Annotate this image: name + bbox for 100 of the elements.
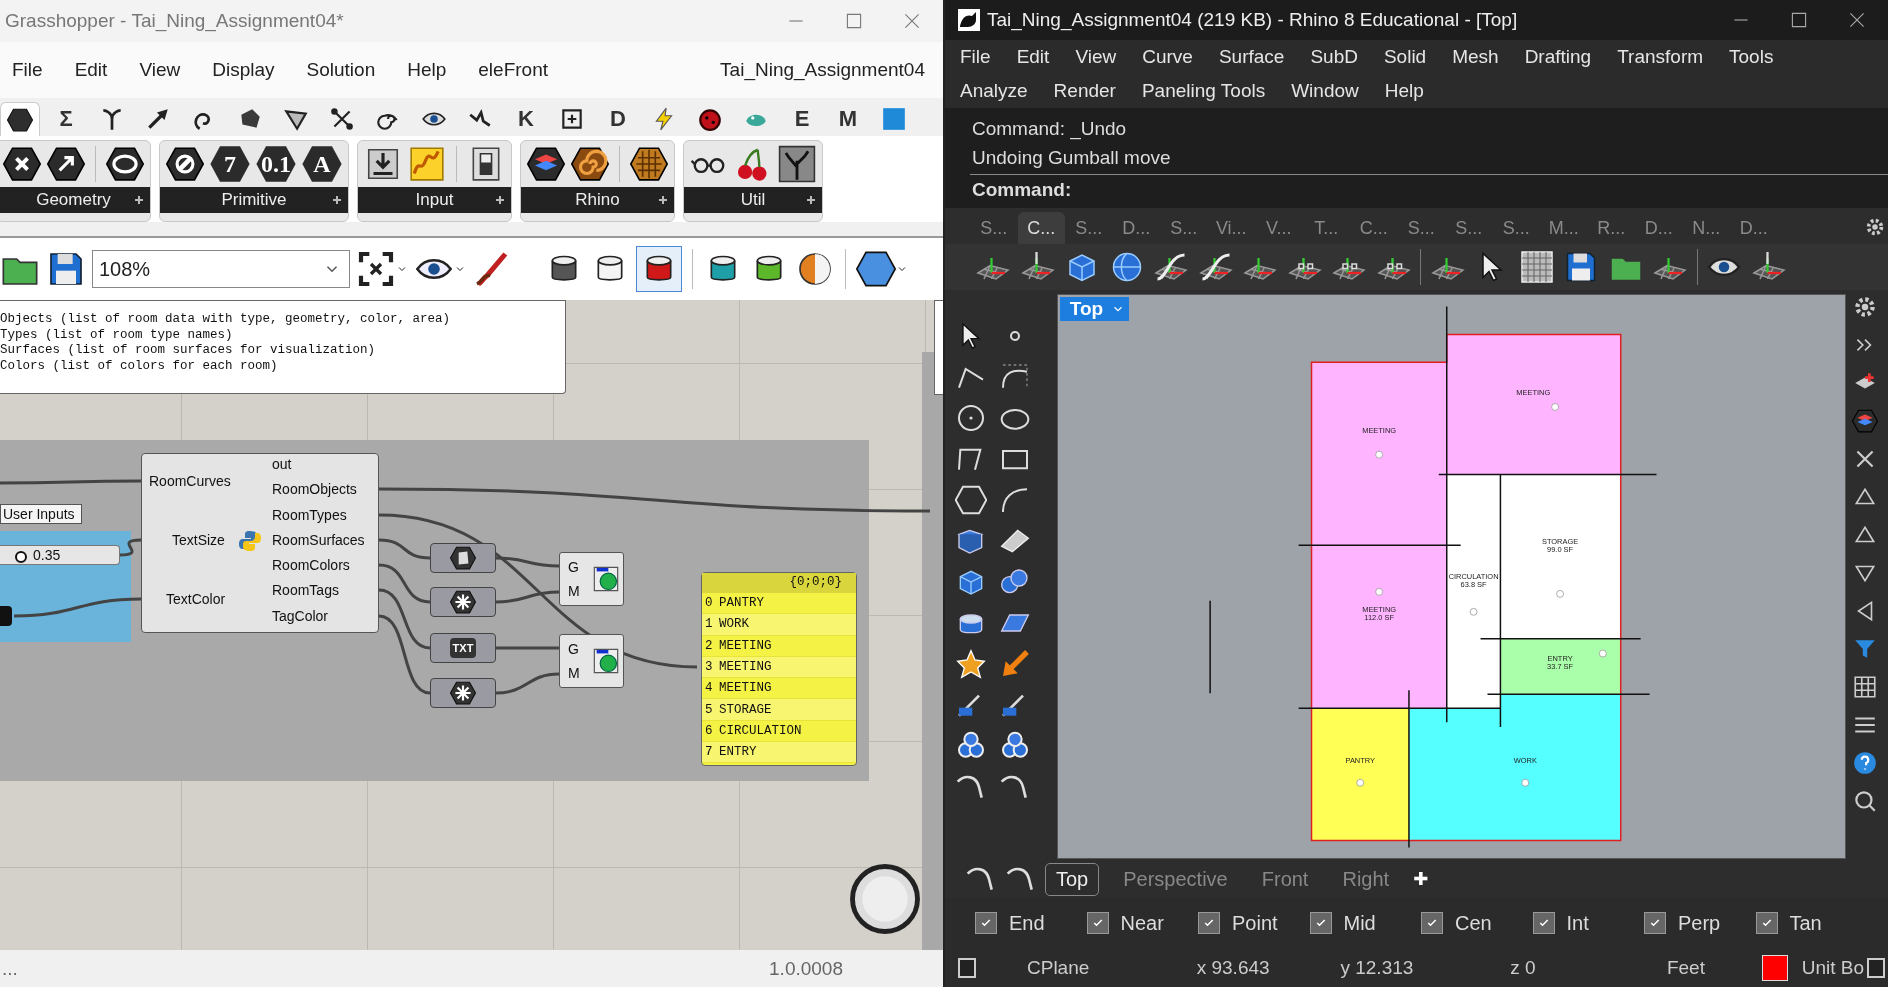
checkbox[interactable] xyxy=(1198,912,1220,934)
menu-item[interactable]: eleFront xyxy=(478,59,548,81)
slider-knob[interactable] xyxy=(15,551,28,563)
panel-label[interactable]: Rhino xyxy=(575,190,620,210)
menu-item[interactable]: Edit xyxy=(1016,46,1050,68)
component-tab[interactable]: E xyxy=(782,102,822,136)
cplane-label[interactable]: CPlane xyxy=(1027,956,1197,979)
panel-label[interactable]: Geometry xyxy=(36,190,111,210)
viewport-tab[interactable]: Perspective xyxy=(1113,863,1238,895)
hexagon-arrow-icon[interactable] xyxy=(47,145,85,183)
toolbar-tab[interactable]: S... xyxy=(1397,212,1445,244)
toolbar-tab[interactable]: T... xyxy=(1302,212,1350,244)
toolbar-tab[interactable]: M... xyxy=(1540,212,1588,244)
component-icon[interactable]: A xyxy=(302,145,342,183)
command-prompt[interactable]: Command: xyxy=(970,174,1888,205)
component-tab[interactable]: M xyxy=(828,102,868,136)
preview-component[interactable]: G M xyxy=(559,552,624,606)
menu-item[interactable]: Surface xyxy=(1218,46,1285,68)
expand-icon[interactable] xyxy=(806,195,816,205)
menu-item[interactable]: Edit xyxy=(74,59,108,81)
checkbox[interactable] xyxy=(1309,912,1332,934)
checkbox[interactable] xyxy=(1086,912,1109,934)
menu-item[interactable]: Paneling Tools xyxy=(1141,80,1266,102)
menu-item[interactable]: Drafting xyxy=(1524,46,1592,68)
menu-item[interactable]: Curve xyxy=(1142,46,1193,68)
expand-icon[interactable] xyxy=(134,195,144,205)
component-node[interactable]: TXT xyxy=(430,633,496,663)
grid-icon[interactable] xyxy=(1852,674,1879,700)
checkbox[interactable] xyxy=(1532,912,1555,934)
menu-item[interactable]: View xyxy=(139,59,181,81)
panel-label[interactable]: Util xyxy=(740,190,766,210)
layers-icon[interactable] xyxy=(1852,408,1879,434)
add-tab-button[interactable]: ✚ xyxy=(1413,868,1429,890)
panel-label[interactable]: Input xyxy=(415,190,454,210)
square-icon[interactable] xyxy=(1864,955,1888,980)
menu-item[interactable]: Mesh xyxy=(1452,46,1499,68)
expand-icon[interactable] xyxy=(495,195,505,205)
tree-icon[interactable] xyxy=(778,145,816,183)
menu-item[interactable]: Render xyxy=(1053,80,1116,102)
checkbox[interactable] xyxy=(1644,912,1666,934)
component-icon[interactable]: 7 xyxy=(210,145,250,183)
panel-label[interactable]: Primitive xyxy=(221,190,287,210)
preview-component[interactable]: G M xyxy=(559,634,624,688)
component-tab[interactable]: D xyxy=(598,102,638,136)
component-node[interactable] xyxy=(430,587,496,617)
menu-item[interactable]: Solid xyxy=(1383,46,1427,68)
toggle-button[interactable] xyxy=(636,246,682,292)
menu-item[interactable]: Tools xyxy=(1729,46,1774,68)
toolbar-tab[interactable]: D... xyxy=(1730,212,1778,244)
help-icon[interactable] xyxy=(1852,750,1879,776)
viewport-tab[interactable]: Top xyxy=(1045,862,1100,896)
toolbar-tab[interactable]: S... xyxy=(1065,212,1113,244)
menu-item[interactable]: File xyxy=(12,59,43,81)
square-icon[interactable] xyxy=(955,955,979,980)
expand-icon[interactable] xyxy=(332,195,342,205)
python-component[interactable]: RoomCurves TextSize TextColor out RoomObjects RoomTypes RoomSurfaces RoomColors RoomTags TagColor xyxy=(141,453,379,633)
layer-name[interactable]: Unit Bo xyxy=(1801,956,1864,979)
component-tab[interactable]: Σ xyxy=(46,102,86,136)
toolbar-tab[interactable]: S... xyxy=(1445,212,1493,244)
units-label[interactable]: Feet xyxy=(1666,956,1762,979)
toolbar-tab[interactable]: C... xyxy=(1350,212,1398,244)
toolbar-tab[interactable]: D... xyxy=(1635,212,1683,244)
menu-item[interactable]: Transform xyxy=(1617,46,1704,68)
viewport-tab[interactable]: Right xyxy=(1332,863,1400,895)
hexagon-icon[interactable] xyxy=(955,484,987,516)
toolbar-tab[interactable]: S... xyxy=(1160,212,1208,244)
menu-item[interactable]: Solution xyxy=(306,59,376,81)
menu-item[interactable]: Window xyxy=(1291,80,1359,102)
document-name[interactable]: Tai_Ning_Assignment04 xyxy=(720,59,925,81)
layers-icon[interactable] xyxy=(527,145,565,183)
spiral-icon[interactable] xyxy=(571,145,609,183)
menu-item[interactable]: Help xyxy=(407,59,447,81)
viewport-title[interactable]: Top xyxy=(1059,297,1130,321)
waffle-icon[interactable] xyxy=(630,145,668,183)
graph-icon[interactable] xyxy=(408,145,446,183)
toolbar-tab[interactable]: N... xyxy=(1682,212,1730,244)
component-tab[interactable] xyxy=(0,102,40,136)
zoom-extents-icon[interactable] xyxy=(356,249,396,289)
layer-color-swatch[interactable] xyxy=(1761,954,1788,981)
star-icon[interactable] xyxy=(955,648,987,680)
toolbar-tab[interactable]: Vi... xyxy=(1207,212,1255,244)
component-tab[interactable]: K xyxy=(506,102,546,136)
color-swatch-node[interactable] xyxy=(0,606,12,626)
viewport-tab[interactable]: Front xyxy=(1251,863,1319,895)
checkbox[interactable] xyxy=(975,912,997,934)
menu-item[interactable]: File xyxy=(960,46,991,68)
number-slider[interactable]: 0.35 xyxy=(0,545,120,565)
toolbar-tab[interactable]: C... xyxy=(1017,212,1065,244)
toolbar-tab[interactable]: R... xyxy=(1587,212,1635,244)
menu-item[interactable]: Display xyxy=(212,59,275,81)
toolbar-tab[interactable]: S... xyxy=(970,212,1018,244)
grid-window-icon[interactable] xyxy=(1518,249,1555,285)
checkbox[interactable] xyxy=(1755,912,1778,934)
toolbar-tab[interactable]: D... xyxy=(1112,212,1160,244)
zoom-dropdown[interactable]: 108% xyxy=(92,250,350,288)
hexagon-cross-icon[interactable] xyxy=(3,145,41,183)
toolbar-tab[interactable]: V... xyxy=(1255,212,1303,244)
settings-icon[interactable] xyxy=(1864,216,1886,238)
component-node[interactable] xyxy=(430,543,496,573)
component-node[interactable] xyxy=(430,678,496,708)
